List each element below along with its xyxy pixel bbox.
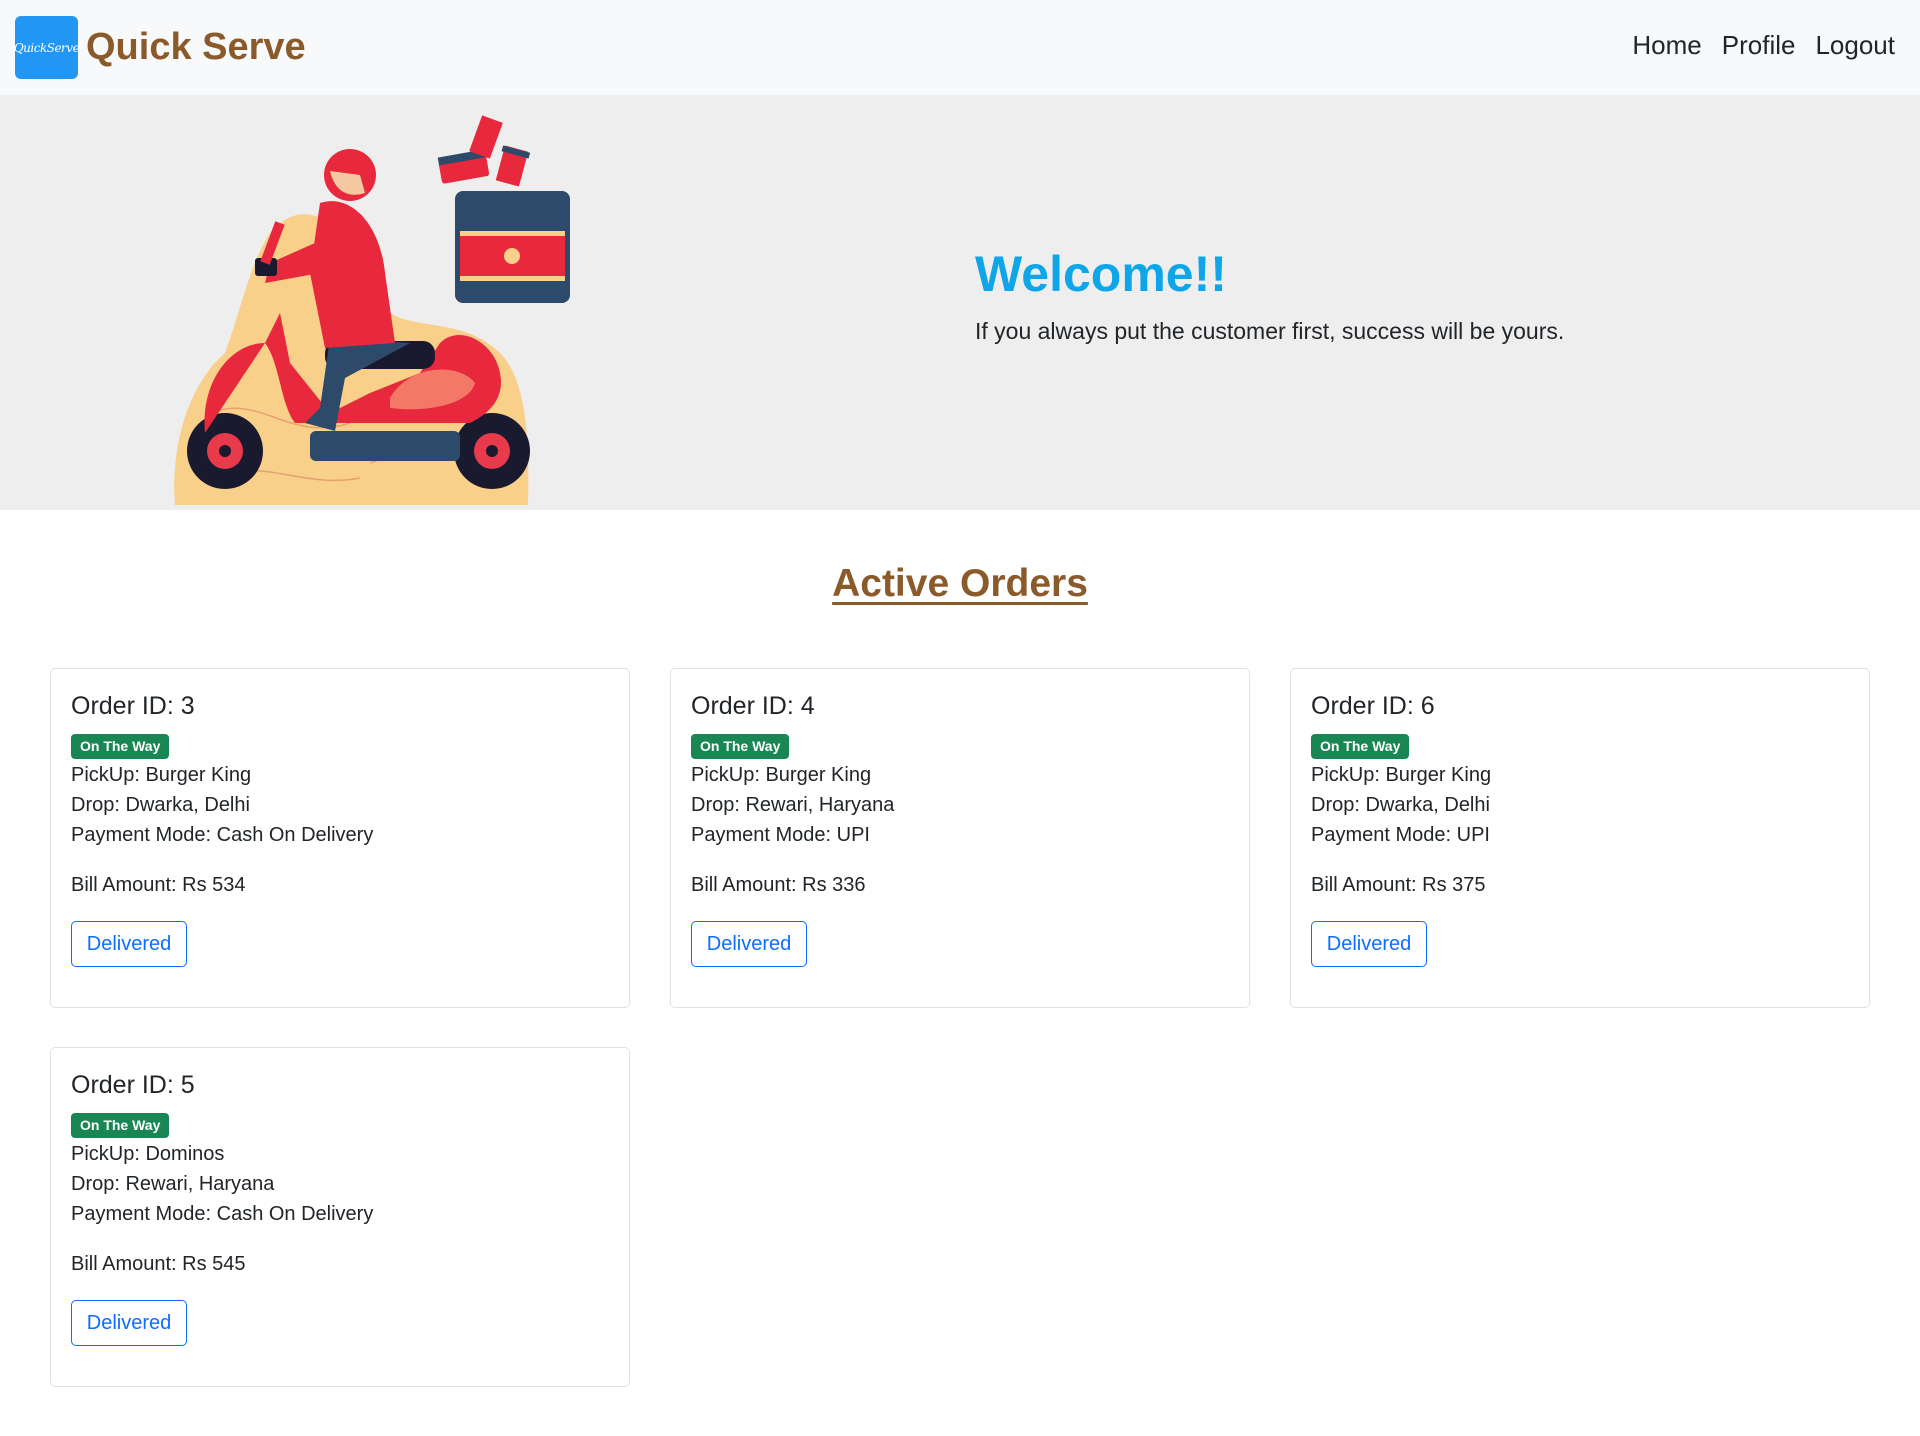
nav-links: Home Profile Logout [1632, 30, 1895, 61]
order-bill-amount: Bill Amount: Rs 336 [691, 874, 866, 896]
order-payment-mode: Payment Mode: Cash On Delivery [71, 824, 374, 846]
hero-banner: Welcome!! If you always put the customer… [0, 95, 1920, 510]
order-drop: Drop: Rewari, Haryana [691, 794, 895, 816]
welcome-subtitle: If you always put the customer first, su… [975, 318, 1565, 344]
order-bill-amount: Bill Amount: Rs 545 [71, 1253, 246, 1275]
nav-logout-link[interactable]: Logout [1815, 30, 1895, 61]
delivered-button[interactable]: Delivered [71, 921, 187, 967]
delivery-scooter-illustration [174, 115, 570, 505]
status-badge: On The Way [1311, 734, 1410, 759]
order-pickup: PickUp: Burger King [1311, 764, 1492, 786]
order-bill-amount: Bill Amount: Rs 534 [71, 874, 246, 896]
status-badge: On The Way [691, 734, 790, 759]
delivered-button[interactable]: Delivered [691, 921, 807, 967]
order-drop: Drop: Rewari, Haryana [71, 1173, 275, 1195]
order-drop: Drop: Dwarka, Delhi [71, 794, 250, 816]
nav-home-link[interactable]: Home [1632, 30, 1701, 61]
status-badge: On The Way [71, 1113, 170, 1138]
order-id: Order ID: 6 [1311, 692, 1435, 720]
order-payment-mode: Payment Mode: Cash On Delivery [71, 1203, 374, 1225]
order-payment-mode: Payment Mode: UPI [1311, 824, 1490, 846]
navbar: QuickServe Quick Serve Home Profile Logo… [0, 0, 1920, 95]
welcome-title: Welcome!! [975, 246, 1227, 302]
status-badge: On The Way [71, 734, 170, 759]
order-bill-amount: Bill Amount: Rs 375 [1311, 874, 1486, 896]
order-pickup: PickUp: Burger King [71, 764, 252, 786]
order-card: Order ID: 5 On The Way PickUp: Dominos D… [50, 1047, 630, 1387]
brand[interactable]: QuickServe Quick Serve [15, 16, 306, 79]
logo-text: QuickServe [15, 40, 78, 55]
order-card: Order ID: 3 On The Way PickUp: Burger Ki… [50, 668, 630, 1008]
delivered-button[interactable]: Delivered [71, 1300, 187, 1346]
order-pickup: PickUp: Burger King [691, 764, 872, 786]
order-id: Order ID: 5 [71, 1071, 195, 1099]
order-card: Order ID: 6 On The Way PickUp: Burger Ki… [1290, 668, 1870, 1008]
order-pickup: PickUp: Dominos [71, 1143, 225, 1165]
order-id: Order ID: 3 [71, 692, 195, 720]
order-payment-mode: Payment Mode: UPI [691, 824, 870, 846]
active-orders-title: Active Orders [832, 562, 1088, 605]
nav-profile-link[interactable]: Profile [1722, 30, 1796, 61]
quickserve-logo[interactable]: QuickServe [15, 16, 78, 79]
brand-name[interactable]: Quick Serve [86, 26, 306, 69]
order-id: Order ID: 4 [691, 692, 815, 720]
order-drop: Drop: Dwarka, Delhi [1311, 794, 1490, 816]
delivered-button[interactable]: Delivered [1311, 921, 1427, 967]
order-card: Order ID: 4 On The Way PickUp: Burger Ki… [670, 668, 1250, 1008]
